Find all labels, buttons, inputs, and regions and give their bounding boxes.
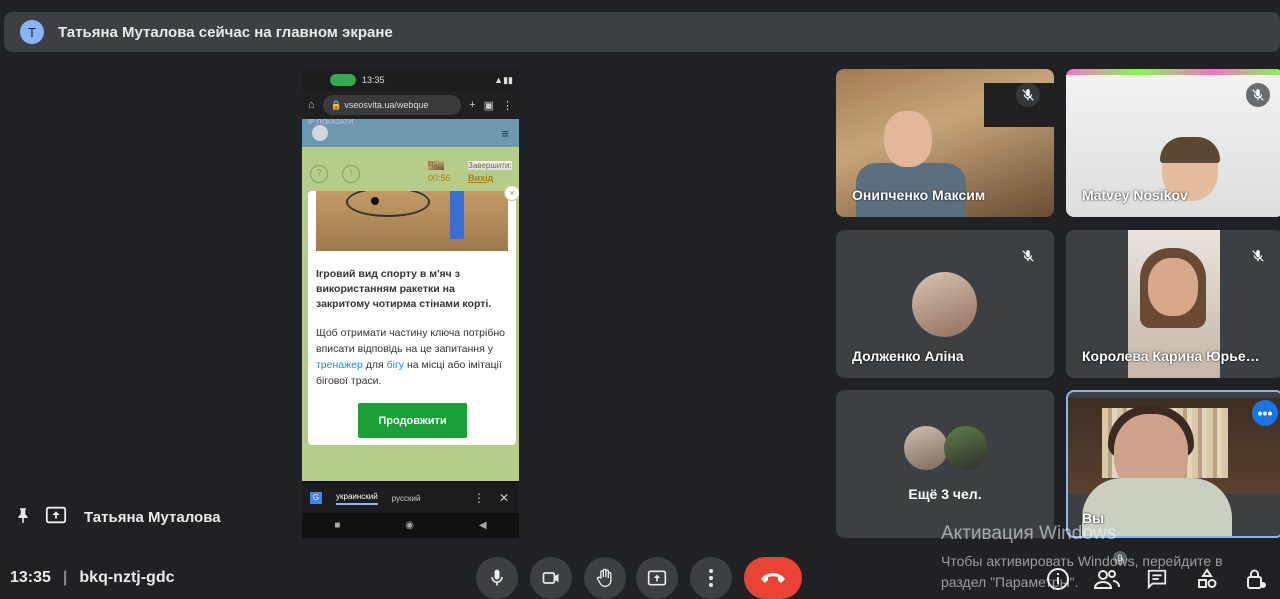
question-card: × Ігровий вид спорту в м'яч з використан…	[308, 185, 519, 445]
url-bar: 🔒 vseosvita.ua/webque	[322, 95, 462, 115]
hand-icon	[596, 568, 612, 588]
avatar	[912, 272, 977, 337]
tabs-icon: ▣	[483, 99, 494, 112]
squash-photo	[316, 191, 508, 251]
translate-bar: G украинский русский ⋮ ✕	[302, 483, 519, 513]
participant-tile[interactable]: Долженко Аліна	[836, 230, 1054, 378]
mic-icon	[491, 569, 503, 586]
page-tiny-text: ІР ПОКАЗАТИ	[308, 119, 354, 126]
lock-person-icon	[1247, 569, 1266, 589]
meeting-time: 13:35	[10, 569, 51, 586]
new-tab-icon: +	[469, 99, 476, 111]
more-participants-tile[interactable]: Ещё 3 чел.	[836, 390, 1054, 538]
question-text: Ігровий вид спорту в м'яч з використання…	[316, 268, 492, 310]
run-link: бігу	[386, 359, 405, 371]
recents-icon: ■	[334, 520, 341, 531]
participant-name: Королева Карина Юрье…	[1082, 348, 1260, 364]
trainer-link: тренажер	[316, 359, 363, 371]
google-translate-icon: G	[310, 492, 322, 504]
video-hair	[1160, 137, 1220, 163]
mic-off-icon	[1246, 83, 1270, 107]
quiz-info: ? ! Час: Завершити: 00:56 Вихід	[302, 157, 519, 187]
presenter-avatar: Т	[20, 20, 44, 44]
browser-toolbar: ⌂ 🔒 vseosvita.ua/webque + ▣ ⋮	[302, 91, 519, 119]
presenter-label: Татьяна Муталова	[14, 504, 221, 531]
question-body: Щоб отримати частину ключа потрібно впис…	[316, 325, 511, 389]
player-leg-shape	[450, 191, 464, 239]
mic-off-icon	[1016, 83, 1040, 107]
hamburger-icon: ≡	[501, 125, 509, 141]
avatar	[904, 426, 948, 470]
lang-ukrainian: украинский	[336, 492, 378, 505]
host-controls-button[interactable]	[1243, 566, 1269, 592]
pin-icon[interactable]	[14, 504, 32, 531]
participant-name: Matvey Nosikov	[1082, 187, 1188, 203]
url-text: vseosvita.ua/webque	[344, 100, 429, 110]
mic-off-icon	[1016, 244, 1040, 268]
self-tile[interactable]: ••• Вы	[1066, 390, 1280, 538]
end-call-button[interactable]	[744, 557, 802, 599]
home-icon: ⌂	[308, 99, 315, 111]
video-face	[884, 111, 932, 167]
help-icon: ?	[310, 165, 328, 183]
presenter-name: Татьяна Муталова	[84, 509, 221, 526]
continue-button: Продовжити	[358, 403, 467, 438]
translate-menu-icon: ⋮	[472, 491, 485, 505]
shared-screen: 13:35 ▲▮▮ ⌂ 🔒 vseosvita.ua/webque + ▣ ⋮ …	[302, 69, 519, 538]
android-nav-bar: ■ ◉ ◀	[302, 513, 519, 538]
more-options-icon[interactable]: •••	[1252, 400, 1278, 426]
alert-icon: !	[342, 165, 360, 183]
participant-tile[interactable]: Онипченко Максим	[836, 69, 1054, 217]
camera-icon	[542, 572, 559, 584]
meeting-code: bkq-nztj-gdc	[79, 569, 175, 586]
time-value: 00:56	[428, 173, 451, 183]
windows-activation-watermark: Активация Windows Чтобы активировать Win…	[941, 523, 1223, 593]
video-face	[1148, 258, 1198, 316]
hangup-icon	[761, 573, 785, 583]
participant-name: Долженко Аліна	[852, 348, 964, 364]
body-text-2: для	[362, 359, 387, 371]
exit-link: Вихід	[468, 173, 494, 183]
present-button[interactable]	[636, 557, 678, 599]
raise-hand-button[interactable]	[584, 557, 626, 599]
finish-label: Завершити:	[468, 161, 512, 170]
home-button-icon: ◉	[405, 520, 415, 531]
signal-icon: ▲▮▮	[494, 74, 513, 85]
menu-icon: ⋮	[502, 99, 513, 112]
lang-russian: русский	[391, 493, 421, 503]
watermark-title: Активация Windows	[941, 523, 1117, 544]
translate-close-icon: ✕	[498, 491, 509, 505]
web-page: ІР ПОКАЗАТИ ≡ ? ! Час: Завершити: 00:56 …	[302, 119, 519, 481]
mic-off-icon	[1246, 244, 1270, 268]
banner-text: Татьяна Муталова сейчас на главном экран…	[58, 23, 393, 41]
participant-tile[interactable]: Matvey Nosikov	[1066, 69, 1280, 217]
racket-shape	[346, 191, 430, 217]
separator: |	[62, 569, 68, 586]
watermark-text-2: раздел "Параметры".	[941, 574, 1079, 590]
close-icon: ×	[504, 185, 519, 201]
present-screen-icon	[44, 504, 68, 531]
camera-button[interactable]	[530, 557, 572, 599]
page-avatar	[312, 125, 328, 141]
color-stripe	[1066, 69, 1280, 75]
meeting-info: 13:35 | bkq-nztj-gdc	[10, 569, 175, 587]
phone-status-bar: 13:35 ▲▮▮	[302, 69, 519, 91]
participant-tile[interactable]: Королева Карина Юрье…	[1066, 230, 1280, 378]
presentation-banner: Т Татьяна Муталова сейчас на главном экр…	[4, 12, 1280, 52]
present-icon	[647, 570, 667, 586]
page-header: ІР ПОКАЗАТИ ≡	[302, 119, 519, 147]
mic-indicator-icon	[330, 74, 356, 86]
body-text-1: Щоб отримати частину ключа потрібно впис…	[316, 327, 505, 355]
ball-shape	[371, 197, 379, 205]
back-icon: ◀	[478, 520, 487, 531]
participant-name: Онипченко Максим	[852, 187, 986, 203]
more-vert-icon	[709, 569, 713, 587]
mic-button[interactable]	[476, 557, 518, 599]
more-participants-label: Ещё 3 чел.	[908, 486, 982, 502]
time-label: Час:	[428, 161, 445, 170]
phone-clock: 13:35	[362, 75, 385, 85]
avatar	[944, 426, 988, 470]
watermark-text-1: Чтобы активировать Windows, перейдите в	[941, 553, 1223, 569]
more-options-button[interactable]	[690, 557, 732, 599]
